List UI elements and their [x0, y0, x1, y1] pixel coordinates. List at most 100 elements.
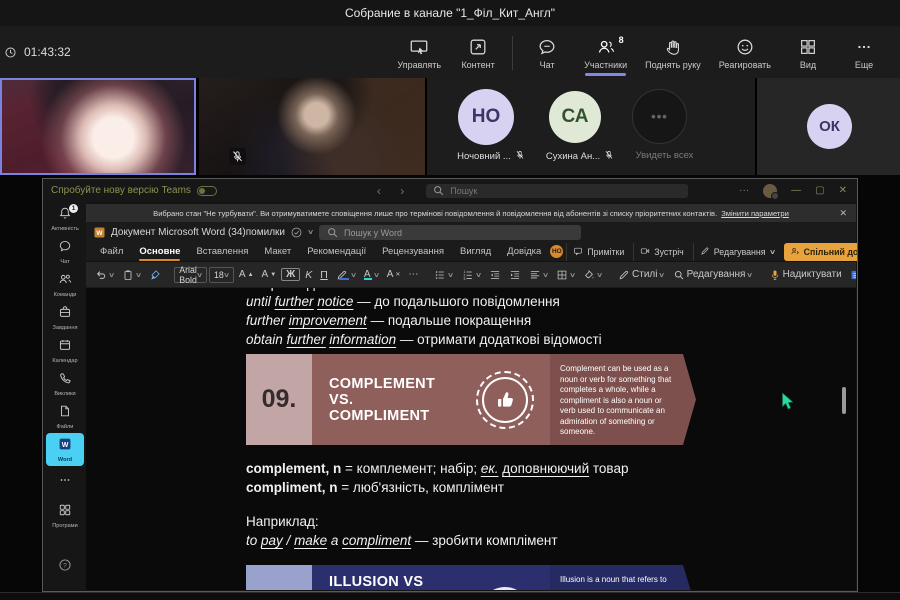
react-button[interactable]: Реагировать [710, 32, 780, 72]
document-canvas[interactable]: Наприклад:until further notice — до пода… [86, 288, 856, 590]
styles-button[interactable]: Стилі∨ [615, 267, 668, 283]
raise-hand-button[interactable]: Поднять руку [636, 32, 710, 72]
borders-button[interactable]: ∨ [553, 267, 578, 283]
shared-screen: Спробуйте нову версію Teams ‹ › Пошук ··… [0, 175, 900, 592]
word-tab-Вигляд[interactable]: Вигляд [453, 244, 498, 259]
doc-definition: compliment, n = люб'язність, комплімент [246, 480, 504, 499]
sidebar-item-word[interactable]: WWord [46, 433, 84, 466]
example-label: Наприклад: [246, 514, 319, 533]
sidebar-item-activity[interactable]: Активність1 [44, 202, 86, 235]
chat-bubble-icon [58, 239, 72, 258]
share-button[interactable]: Спільний доступ∨ [784, 243, 858, 261]
bullets-button[interactable]: ∨ [431, 267, 456, 283]
sidebar-item-teams[interactable]: Команди [44, 268, 86, 301]
font-more-button[interactable]: ⋯ [405, 267, 421, 282]
view-icon [798, 37, 818, 57]
slide-title: COMPLEMENTVS.COMPLIMENT [312, 354, 460, 445]
try-new-teams-label[interactable]: Спробуйте нову версію Teams [51, 185, 191, 196]
lesson-slide-10[interactable]: 10.ILLUSION VSIllusion is a noun that re… [246, 565, 696, 590]
clear-format-button[interactable]: A✕ [384, 267, 404, 282]
dictate-button[interactable]: Надиктувати [766, 267, 845, 283]
shared-cursor [781, 392, 795, 410]
banner-settings-link[interactable]: Змінити параметри [721, 209, 789, 218]
word-tab-Файл[interactable]: Файл [93, 244, 130, 259]
webcam-tile-1[interactable] [0, 78, 196, 175]
editing-button[interactable]: Редагування∨ [670, 267, 756, 283]
grow-font-button[interactable]: A▲ [236, 267, 257, 282]
participants-icon: 8 [596, 37, 616, 57]
meeting-screen: Собрание в канале "1_Філ_Кит_Англ" 01:43… [0, 0, 900, 600]
shading-button[interactable]: ∨ [580, 267, 605, 283]
undo-button[interactable]: ∨ [92, 267, 117, 283]
window-close-button[interactable]: ✕ [839, 185, 847, 196]
align-button[interactable]: ∨ [526, 267, 551, 283]
save-status-icon[interactable] [290, 226, 303, 239]
window-minimize-button[interactable]: — [791, 185, 801, 196]
shrink-font-button[interactable]: A▼ [259, 267, 280, 282]
font-color-button[interactable]: A∨ [361, 267, 382, 283]
bold-button[interactable]: Ж [281, 268, 300, 281]
comments-button[interactable]: Примітки [566, 243, 630, 261]
doc-line: obtain further information — отримати до… [246, 332, 602, 351]
editing-mode-button[interactable]: Редагування∨ [693, 243, 781, 261]
window-maximize-button[interactable]: ▢ [815, 185, 824, 196]
word-tab-Рекомендації[interactable]: Рекомендації [300, 244, 373, 259]
word-tab-Довідка[interactable]: Довідка [500, 244, 548, 259]
window-more-icon[interactable]: ··· [739, 185, 749, 196]
teams-search-input[interactable]: Пошук [426, 184, 688, 198]
highlight-button[interactable]: ∨ [333, 267, 359, 283]
outdent-button[interactable] [486, 267, 504, 283]
word-doc-title[interactable]: Документ Microsoft Word (34)помилки [111, 227, 285, 238]
view-button[interactable]: Вид [780, 32, 836, 72]
presence-avatar[interactable]: НО [550, 245, 563, 258]
share-tray-icon [468, 37, 488, 57]
sidebar-item-assignments[interactable]: Завдання [44, 301, 86, 334]
word-tab-Макет[interactable]: Макет [257, 244, 298, 259]
see-all-tile[interactable]: ••• [632, 89, 687, 144]
meet-button[interactable]: Зустріч [633, 243, 689, 261]
calls-icon [58, 371, 72, 390]
sidebar-item-apps[interactable]: Програми [44, 499, 86, 532]
participant-avatar[interactable]: НО [458, 89, 514, 145]
underline-button[interactable]: П [317, 267, 331, 283]
sidebar-item-files[interactable]: Файли [44, 400, 86, 433]
slide-description: Complement can be used as a noun or verb… [550, 354, 683, 445]
overflow-avatar[interactable]: ОК [807, 104, 852, 149]
new-teams-toggle[interactable] [197, 186, 217, 196]
account-avatar[interactable] [763, 184, 777, 198]
overflow-tile[interactable]: ОК [757, 78, 900, 175]
lesson-slide-09[interactable]: 09.COMPLEMENTVS.COMPLIMENTComplement can… [246, 354, 696, 445]
banner-close-icon[interactable]: ✕ [839, 208, 847, 219]
sidebar-item-chat[interactable]: Чат [44, 235, 86, 268]
slide-title: ILLUSION VS [312, 565, 460, 590]
word-tab-Основне[interactable]: Основне [132, 244, 187, 259]
italic-button[interactable]: K [302, 267, 315, 283]
font-name-select[interactable]: Arial Bold∨ [174, 267, 207, 283]
format-painter-button[interactable] [146, 267, 164, 283]
nav-back-forward[interactable]: ‹ › [377, 184, 412, 198]
manage-button[interactable]: Управлять [388, 32, 450, 72]
more-button[interactable]: Еще [836, 32, 892, 72]
sidebar-item-calendar[interactable]: Календар [44, 334, 86, 367]
webcam-tile-2[interactable] [199, 78, 425, 175]
numbering-button[interactable]: 123∨ [459, 267, 484, 283]
sidebar-item-more[interactable] [44, 466, 86, 499]
participants-button[interactable]: 8Участники [575, 32, 636, 72]
word-tab-Рецензування[interactable]: Рецензування [375, 244, 451, 259]
document-scrollbar[interactable] [842, 387, 846, 414]
sidebar-item-help[interactable]: ? [44, 551, 86, 584]
participant-avatar[interactable]: СА [549, 91, 601, 143]
paste-button[interactable]: ∨ [119, 267, 144, 283]
word-icon: W [58, 437, 72, 456]
font-size-select[interactable]: 18∨ [209, 267, 234, 283]
svg-text:W: W [62, 441, 69, 448]
dnd-banner: Вибрано стан "Не турбувати". Ви отримува… [86, 204, 856, 222]
content-button[interactable]: Контент [450, 32, 506, 72]
indent-button[interactable] [506, 267, 524, 283]
sidebar-item-calls[interactable]: Виклики [44, 367, 86, 400]
word-tab-Вставлення[interactable]: Вставлення [189, 244, 255, 259]
doc-definition: complement, n = комплемент; набір; ек. д… [246, 461, 628, 480]
chat-button[interactable]: Чат [519, 32, 575, 72]
editor-button[interactable]: ∨ [847, 267, 856, 283]
word-search-input[interactable]: Пошук у Word [319, 225, 581, 240]
